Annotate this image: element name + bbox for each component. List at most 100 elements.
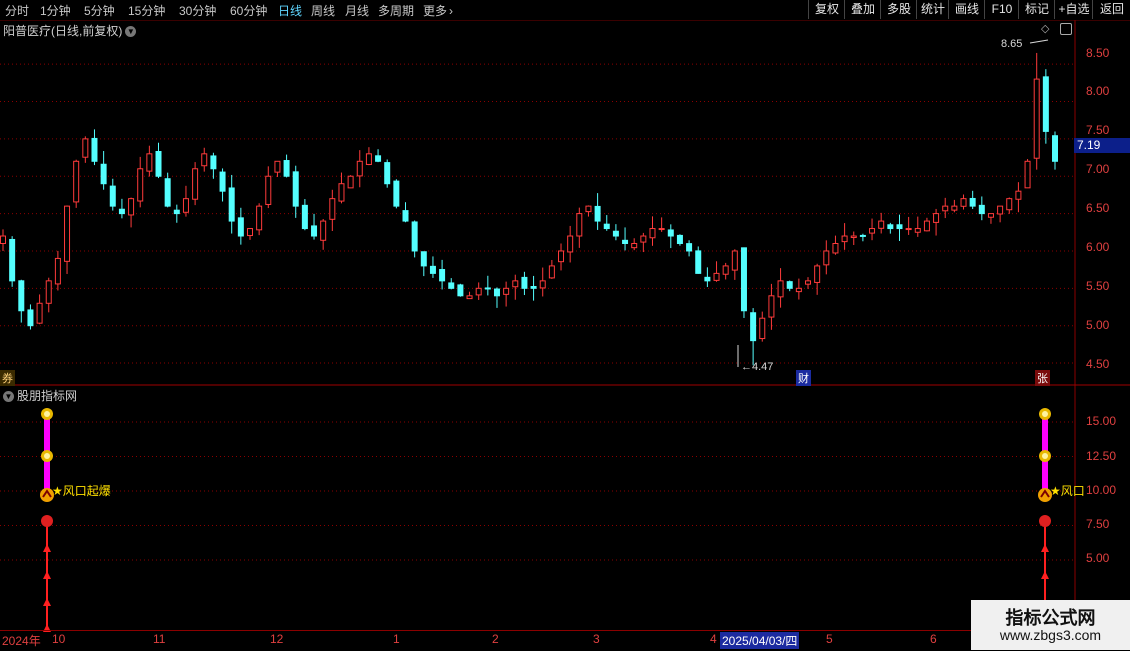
candle-down <box>1052 135 1058 162</box>
candle-up <box>356 160 363 177</box>
price-gridlines <box>0 63 1075 364</box>
chevron-down-icon[interactable]: ▼ <box>3 391 14 403</box>
candle-down <box>393 180 400 207</box>
candle-down <box>311 225 318 237</box>
left-arrow-icon: ← <box>741 361 752 373</box>
candle-down <box>109 185 116 207</box>
date-axis: 2024年 10 11 12 1 2 3 4 2025/04/03/四 5 6 <box>0 630 1075 651</box>
candle-up <box>320 220 327 241</box>
candle-up <box>347 175 354 189</box>
candle-up <box>914 228 921 233</box>
candle-up <box>923 220 930 232</box>
candle-up <box>878 220 885 229</box>
candle-down <box>695 250 702 274</box>
month-label: 4 <box>710 632 717 646</box>
candle-up <box>475 287 482 296</box>
candle-down <box>896 224 903 230</box>
candle-up <box>576 213 583 237</box>
candle-up <box>365 153 372 165</box>
candle-up <box>256 205 263 231</box>
current-price-label: 7.19 <box>1074 138 1130 153</box>
candle-down <box>493 288 500 297</box>
candle-down <box>448 282 455 289</box>
candle-down <box>155 151 162 177</box>
candle-up <box>960 198 967 207</box>
money-bag-icon <box>44 411 50 417</box>
price-tick: 7.50 <box>1086 123 1110 137</box>
money-bag-icon <box>1042 411 1048 417</box>
candle-up <box>82 138 89 158</box>
candle-up <box>146 153 153 172</box>
price-tick: 5.50 <box>1086 279 1110 293</box>
candle-up <box>942 205 949 212</box>
candle-up <box>466 295 473 300</box>
month-label: 6 <box>930 632 937 646</box>
candle-down <box>521 276 528 289</box>
candle-up <box>987 213 994 218</box>
low-price-value: 4.47 <box>752 361 774 373</box>
candle-down <box>786 281 793 289</box>
candle-up <box>823 250 830 266</box>
indicator-title[interactable]: ▼ 股朋指标网 <box>3 387 77 404</box>
month-label: 3 <box>593 632 600 646</box>
candle-up <box>585 205 592 213</box>
candle-up <box>329 198 336 220</box>
candle-up <box>558 250 565 263</box>
rocket-icon <box>41 515 53 527</box>
money-bag-icon <box>44 453 50 459</box>
candle-down <box>210 155 217 170</box>
candle-down <box>237 217 244 237</box>
candle-up <box>567 235 574 253</box>
candle-down <box>375 155 382 162</box>
margin-marker[interactable]: 券 <box>0 370 15 386</box>
month-label: 1 <box>393 632 400 646</box>
star-icon: ★ <box>52 484 63 498</box>
candle-down <box>283 160 290 177</box>
candle-down <box>18 280 25 312</box>
candle-up <box>631 242 638 249</box>
candle-down <box>594 205 601 222</box>
indicator-tick: 5.00 <box>1086 551 1110 565</box>
price-chart <box>0 20 1130 632</box>
candle-up <box>64 205 71 262</box>
candle-down <box>457 284 464 297</box>
candle-down <box>667 229 674 237</box>
candle-up <box>1015 190 1022 200</box>
candle-up <box>512 280 519 288</box>
candle-down <box>420 251 427 267</box>
signal-label-takeoff-2: ★风口 <box>1050 482 1085 499</box>
candle-up <box>548 265 555 279</box>
candle-down <box>27 309 34 327</box>
candle-down <box>686 243 693 252</box>
month-label: 11 <box>153 632 166 646</box>
month-label: 2 <box>492 632 499 646</box>
candle-up <box>192 168 199 200</box>
candle-up <box>722 265 729 275</box>
candle-up <box>1006 198 1013 211</box>
candle-up <box>0 235 6 244</box>
candle-up <box>997 205 1004 215</box>
candle-down <box>439 269 446 282</box>
candle-down <box>740 247 747 312</box>
candle-down <box>100 163 107 185</box>
up-arrow-icon <box>43 544 51 552</box>
candle-up <box>128 198 135 216</box>
finance-marker[interactable]: 财 <box>796 370 811 386</box>
candle-up <box>814 265 821 283</box>
month-label: 12 <box>270 632 284 646</box>
price-tick: 7.00 <box>1086 162 1110 176</box>
candle-up <box>933 213 940 223</box>
candle-up <box>182 198 189 213</box>
selected-date: 2025/04/03/四 <box>720 632 800 649</box>
candle-down <box>9 238 16 282</box>
candle-up <box>850 235 857 239</box>
candle-up <box>640 235 647 243</box>
candle-up <box>951 205 958 211</box>
candle-up <box>539 280 546 289</box>
month-label: 5 <box>826 632 833 646</box>
candle-down <box>411 221 418 252</box>
candle-up <box>36 302 43 324</box>
limit-up-marker[interactable]: 张 <box>1035 370 1050 386</box>
candle-up <box>795 287 802 293</box>
indicator-tick: 10.00 <box>1086 483 1117 497</box>
